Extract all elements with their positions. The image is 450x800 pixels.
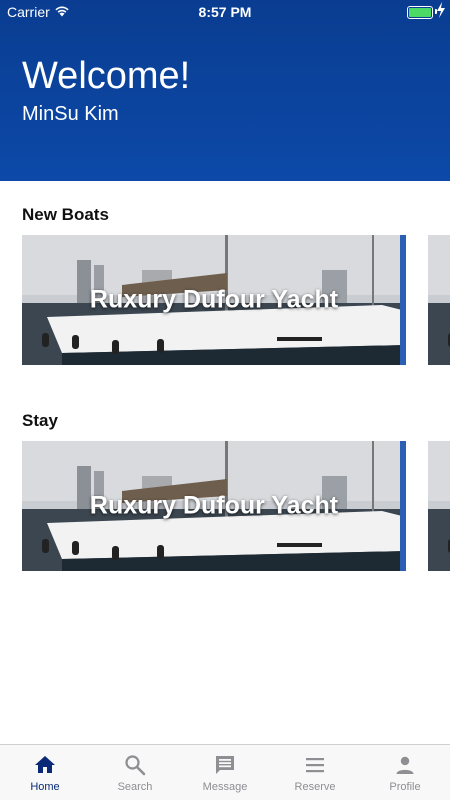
user-name: MinSu Kim <box>22 103 119 125</box>
battery-level <box>409 8 431 17</box>
list-icon <box>306 758 324 773</box>
stay-card-title: Ruxury Dufour Yacht <box>89 491 339 520</box>
tab-label: Profile <box>389 781 421 793</box>
section-title-stay: Stay <box>22 411 58 430</box>
welcome-title: Welcome! <box>22 55 191 97</box>
section-title-new-boats: New Boats <box>22 205 109 224</box>
header: Carrier 8:57 PM Welcome! MinSu Kim <box>0 0 450 181</box>
stay-card[interactable]: Ruxury Dufour Yacht <box>22 441 406 571</box>
tab-label: Message <box>202 781 248 793</box>
tab-label: Reserve <box>294 781 336 793</box>
person-icon <box>396 756 414 774</box>
tab-message[interactable]: Message <box>180 745 270 800</box>
tab-profile[interactable]: Profile <box>360 745 450 800</box>
message-icon <box>216 756 234 774</box>
stay-card[interactable] <box>428 441 450 571</box>
tab-search[interactable]: Search <box>90 745 180 800</box>
tab-home[interactable]: Home <box>0 745 90 800</box>
clock: 8:57 PM <box>198 4 252 20</box>
boat-card-title: Ruxury Dufour Yacht <box>89 285 339 314</box>
yacht-photo <box>428 235 450 365</box>
stay-carousel[interactable]: Ruxury Dufour Yacht <box>0 441 450 571</box>
boat-card[interactable] <box>428 235 450 365</box>
tab-label: Search <box>117 781 153 793</box>
tab-bar: Home Search Message Reserve Profile <box>0 744 450 800</box>
boat-card[interactable]: Ruxury Dufour Yacht <box>22 235 406 365</box>
home-icon <box>35 756 55 773</box>
status-bar: Carrier 8:57 PM <box>0 0 450 24</box>
new-boats-carousel[interactable]: Ruxury Dufour Yacht <box>0 235 450 365</box>
charging-bolt-icon <box>437 2 445 18</box>
battery-icon <box>407 6 433 19</box>
search-icon <box>125 755 146 776</box>
yacht-photo <box>428 441 450 571</box>
tab-label: Home <box>30 781 60 793</box>
tab-reserve[interactable]: Reserve <box>270 745 360 800</box>
